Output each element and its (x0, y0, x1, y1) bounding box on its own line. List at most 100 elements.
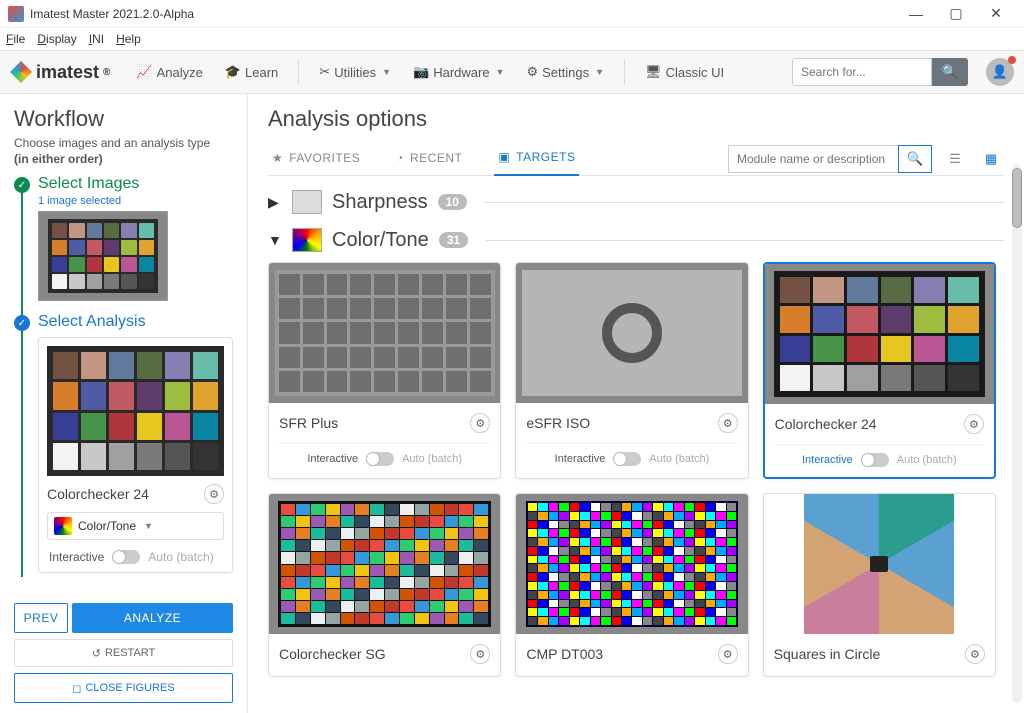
module-search-input[interactable] (728, 145, 898, 173)
tab-targets[interactable]: ▣TARGETS (494, 142, 579, 176)
monitor-icon: 🖥 (645, 64, 662, 80)
prev-button[interactable]: PREV (14, 603, 68, 633)
card-mode-toggle[interactable] (613, 452, 641, 466)
hardware-menu[interactable]: 📷Hardware▼ (405, 60, 512, 84)
classic-ui-button[interactable]: 🖥Classic UI (637, 60, 732, 84)
step2-header[interactable]: ✓ Select Analysis (38, 313, 233, 331)
category-sharpness: ▶ Sharpness 10 (268, 190, 1004, 214)
restart-button[interactable]: ↺RESTART (14, 639, 233, 667)
close-button[interactable]: ✕ (976, 5, 1016, 22)
close-figures-button[interactable]: ◻CLOSE FIGURES (14, 673, 233, 703)
card-thumb (526, 501, 739, 627)
app-icon (8, 6, 24, 22)
main-heading: Analysis options (268, 106, 1004, 132)
card-mode-toggle[interactable] (366, 452, 394, 466)
undo-icon: ↺ (92, 647, 101, 660)
card-sfr-plus[interactable]: SFR Plus⚙ InteractiveAuto (batch) (268, 262, 501, 479)
category-name: Color/Tone (332, 229, 429, 252)
step-select-analysis: ✓ Select Analysis Colorchecker 24 ⚙ Colo… (14, 313, 233, 573)
module-search: 🔍 (728, 145, 932, 173)
workflow-heading: Workflow (14, 106, 233, 132)
menu-bar: File Display INI Help (0, 28, 1024, 50)
tab-recent[interactable]: ◔RECENT (392, 143, 466, 175)
main-scrollbar[interactable] (1012, 164, 1022, 703)
main-toolbar: imatest® 📈Analyze 🎓Learn ✂Utilities▼ 📷Ha… (0, 50, 1024, 94)
category-dropdown[interactable]: Color/Tone ▼ (47, 512, 224, 540)
module-search-button[interactable]: 🔍 (898, 145, 932, 173)
card-thumb (804, 494, 954, 634)
category-count: 31 (439, 232, 468, 248)
selected-image-thumb[interactable] (38, 211, 168, 301)
menu-help[interactable]: Help (116, 32, 141, 46)
category-count: 10 (438, 194, 467, 210)
search-input[interactable] (792, 58, 932, 86)
graduation-icon: 🎓 (225, 64, 241, 80)
analysis-settings-button[interactable]: ⚙ (204, 484, 224, 504)
card-cmp-dt003[interactable]: CMP DT003 ⚙ (515, 493, 748, 677)
gear-icon: ⚙ (526, 64, 538, 80)
category-name: Sharpness (332, 191, 428, 214)
card-squares-in-circle[interactable]: Squares in Circle⚙ (763, 493, 996, 677)
main-panel: Analysis options ★FAVORITES ◔RECENT ▣TAR… (248, 94, 1024, 713)
category-colortone: ▼ Color/Tone 31 (268, 228, 1004, 252)
card-thumb (275, 270, 495, 396)
tabs-row: ★FAVORITES ◔RECENT ▣TARGETS 🔍 ☰ ▦ (268, 142, 1004, 176)
palette-icon (54, 517, 72, 535)
list-view-button[interactable]: ☰ (942, 146, 968, 172)
mode-auto-label: Auto (batch) (148, 550, 213, 564)
logo-icon (10, 61, 32, 83)
user-avatar[interactable]: 👤 (986, 58, 1014, 86)
card-title: Colorchecker SG (279, 646, 386, 662)
chart-icon: 📈 (136, 64, 152, 80)
card-mode-toggle[interactable] (861, 453, 889, 467)
card-colorchecker-24[interactable]: Colorchecker 24⚙ InteractiveAuto (batch) (763, 262, 996, 479)
clock-icon: ◔ (396, 151, 404, 165)
category-thumb (292, 190, 322, 214)
tools-icon: ✂ (319, 64, 330, 80)
card-thumb (522, 270, 742, 396)
toolbar-divider (298, 59, 299, 85)
learn-nav[interactable]: 🎓Learn (217, 60, 286, 84)
brand-logo[interactable]: imatest® (10, 61, 110, 83)
minimize-button[interactable]: — (896, 6, 936, 22)
card-settings-button[interactable]: ⚙ (965, 644, 985, 664)
mode-toggle[interactable] (112, 550, 140, 564)
card-settings-button[interactable]: ⚙ (964, 414, 984, 434)
maximize-button[interactable]: ▢ (936, 5, 976, 22)
card-title: CMP DT003 (526, 646, 603, 662)
menu-display[interactable]: Display (37, 32, 76, 46)
check-icon: ✓ (14, 177, 30, 193)
analysis-title: Colorchecker 24 (47, 486, 149, 502)
step1-header[interactable]: ✓ Select Images (38, 175, 233, 193)
grid-view-button[interactable]: ▦ (978, 146, 1004, 172)
close-icon: ◻ (72, 682, 81, 695)
menu-ini[interactable]: INI (89, 32, 104, 46)
window-titlebar: Imatest Master 2021.2.0-Alpha — ▢ ✕ (0, 0, 1024, 28)
analyze-button[interactable]: ANALYZE (72, 603, 233, 633)
collapse-icon[interactable]: ▼ (268, 232, 282, 248)
window-title: Imatest Master 2021.2.0-Alpha (30, 7, 896, 21)
card-colorchecker-sg[interactable]: Colorchecker SG ⚙ (268, 493, 501, 677)
star-icon: ★ (272, 151, 283, 165)
card-settings-button[interactable]: ⚙ (718, 644, 738, 664)
global-search: 🔍 (792, 58, 968, 86)
step-select-images: ✓ Select Images 1 image selected (14, 175, 233, 313)
card-settings-button[interactable]: ⚙ (470, 413, 490, 433)
tab-favorites[interactable]: ★FAVORITES (268, 143, 364, 175)
card-thumb (278, 501, 491, 627)
category-thumb (292, 228, 322, 252)
card-title: SFR Plus (279, 415, 338, 431)
mode-interactive-label: Interactive (49, 550, 104, 564)
toolbar-divider (624, 59, 625, 85)
utilities-menu[interactable]: ✂Utilities▼ (311, 60, 399, 84)
card-thumb (774, 271, 985, 397)
card-settings-button[interactable]: ⚙ (718, 413, 738, 433)
expand-icon[interactable]: ▶ (268, 194, 282, 211)
card-settings-button[interactable]: ⚙ (470, 644, 490, 664)
analyze-nav[interactable]: 📈Analyze (128, 60, 210, 84)
settings-menu[interactable]: ⚙Settings▼ (518, 60, 612, 84)
card-esfr-iso[interactable]: eSFR ISO⚙ InteractiveAuto (batch) (515, 262, 748, 479)
search-button[interactable]: 🔍 (932, 58, 968, 86)
analysis-thumb (47, 346, 224, 476)
menu-file[interactable]: File (6, 32, 25, 46)
